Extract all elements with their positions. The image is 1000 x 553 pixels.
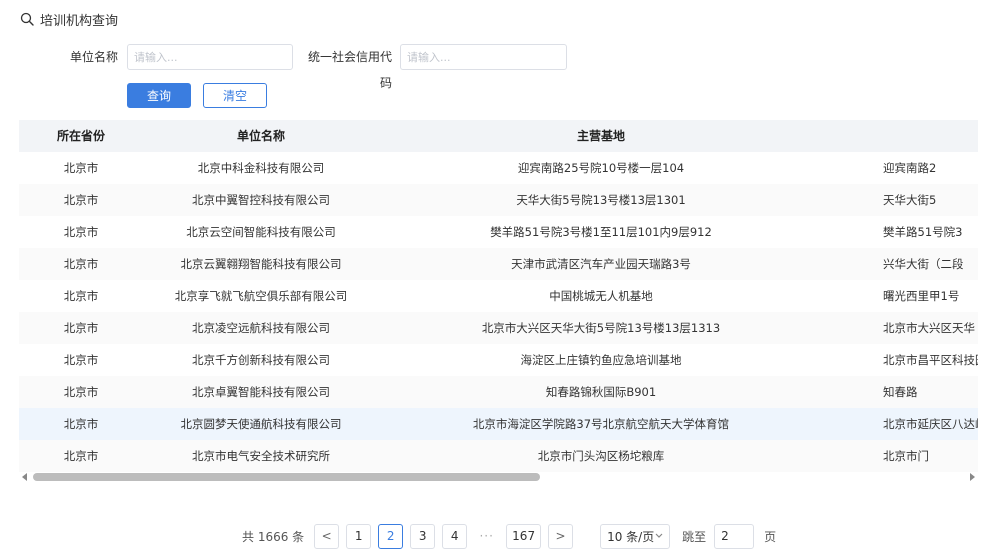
cell-extra: 北京市大兴区天华 xyxy=(883,321,975,335)
table-row[interactable]: 北京市 北京云空间智能科技有限公司 樊羊路51号院3号楼1至11层101内9层912… xyxy=(19,216,978,248)
unit-name-input[interactable] xyxy=(127,44,293,70)
cell-unit-name: 北京云空间智能科技有限公司 xyxy=(186,225,336,239)
cell-province: 北京市 xyxy=(63,353,99,367)
column-header-unit-name[interactable]: 单位名称 xyxy=(143,120,379,152)
next-page-button[interactable]: > xyxy=(548,523,574,549)
cell-unit-name: 北京卓翼智能科技有限公司 xyxy=(192,385,330,399)
table-row[interactable]: 北京市 北京中科金科技有限公司 迎宾南路25号院10号楼一层104 迎宾南路2 xyxy=(19,152,978,184)
cell-extra: 北京市昌平区科技园区超前路 xyxy=(883,353,978,367)
table-row[interactable]: 北京市 北京享飞就飞航空俱乐部有限公司 中国桃城无人机基地 曙光西里甲1号 xyxy=(19,280,978,312)
cell-extra: 樊羊路51号院3 xyxy=(883,225,963,239)
cell-unit-name: 北京市电气安全技术研究所 xyxy=(192,449,330,463)
search-icon xyxy=(20,12,34,26)
page-button-1[interactable]: 1 xyxy=(346,523,372,549)
scrollbar-thumb[interactable] xyxy=(33,473,540,481)
cell-main-base: 知春路锦秋国际B901 xyxy=(545,385,657,399)
table-header: 所在省份 单位名称 主营基地 备 xyxy=(19,120,978,152)
search-form: 单位名称 统一社会信用代码 xyxy=(0,44,1000,90)
cell-extra: 兴华大街（二段 xyxy=(883,257,964,271)
cell-main-base: 北京市海淀区学院路37号北京航空航天大学体育馆 xyxy=(472,417,730,431)
cell-province: 北京市 xyxy=(63,225,99,239)
page-button-4[interactable]: 4 xyxy=(442,523,468,549)
cell-main-base: 迎宾南路25号院10号楼一层104 xyxy=(517,161,685,175)
cell-extra: 北京市门 xyxy=(883,449,929,463)
cell-extra: 天华大街5 xyxy=(883,193,937,207)
cell-unit-name: 北京凌空远航科技有限公司 xyxy=(192,321,330,335)
cell-province: 北京市 xyxy=(63,193,99,207)
table-row[interactable]: 北京市 北京凌空远航科技有限公司 北京市大兴区天华大街5号院13号楼13层1313 北… xyxy=(19,312,978,344)
cell-extra: 迎宾南路2 xyxy=(883,161,937,175)
cell-unit-name: 北京圆梦天使通航科技有限公司 xyxy=(180,417,342,431)
table-row[interactable]: 北京市 北京卓翼智能科技有限公司 知春路锦秋国际B901 知春路 xyxy=(19,376,978,408)
total-count: 共 1666 条 xyxy=(242,529,305,544)
page-size-select[interactable]: 10 条/页 xyxy=(600,523,671,549)
column-header-province[interactable]: 所在省份 xyxy=(19,120,143,152)
scrollbar-track[interactable] xyxy=(33,473,964,481)
cell-main-base: 天华大街5号院13号楼13层1301 xyxy=(516,193,686,207)
jump-page-input[interactable] xyxy=(714,523,755,549)
table-row[interactable]: 北京市 北京圆梦天使通航科技有限公司 北京市海淀区学院路37号北京航空航天大学体育馆… xyxy=(19,408,978,440)
unit-name-label: 单位名称 xyxy=(69,50,118,64)
page-size-value: 10 条/页 xyxy=(607,529,655,544)
scroll-left-icon[interactable] xyxy=(22,473,27,481)
cell-extra: 北京市延庆区八达岭镇西庄 xyxy=(883,417,978,431)
cell-main-base: 樊羊路51号院3号楼1至11层101内9层912 xyxy=(490,225,712,239)
scroll-right-icon[interactable] xyxy=(970,473,975,481)
cell-unit-name: 北京中科金科技有限公司 xyxy=(197,161,325,175)
page-title: 培训机构查询 xyxy=(40,13,119,29)
credit-code-label: 统一社会信用代码 xyxy=(307,50,392,90)
jump-label: 跳至 xyxy=(682,529,707,544)
cell-unit-name: 北京中翼智控科技有限公司 xyxy=(192,193,330,207)
cell-main-base: 中国桃城无人机基地 xyxy=(549,289,653,303)
column-header-main-base[interactable]: 主营基地 xyxy=(379,120,823,152)
cell-province: 北京市 xyxy=(63,385,99,399)
table-row[interactable]: 北京市 北京云翼翱翔智能科技有限公司 天津市武清区汽车产业园天瑞路3号 兴华大街（二段 xyxy=(19,248,978,280)
table-row[interactable]: 北京市 北京千方创新科技有限公司 海淀区上庄镇钓鱼应急培训基地 北京市昌平区科技园区超… xyxy=(19,344,978,376)
cell-main-base: 北京市门头沟区杨坨粮库 xyxy=(537,449,665,463)
cell-province: 北京市 xyxy=(63,321,99,335)
table-body: 北京市 北京中科金科技有限公司 迎宾南路25号院10号楼一层104 迎宾南路2 北京市北… xyxy=(19,152,978,472)
cell-province: 北京市 xyxy=(63,449,99,463)
page-button-3[interactable]: 3 xyxy=(410,523,436,549)
cell-main-base: 北京市大兴区天华大街5号院13号楼13层1313 xyxy=(481,321,721,335)
cell-province: 北京市 xyxy=(63,289,99,303)
cell-main-base: 天津市武清区汽车产业园天瑞路3号 xyxy=(511,257,691,271)
column-header-extra[interactable]: 备 xyxy=(823,120,978,152)
page-button-last[interactable]: 167 xyxy=(506,523,542,549)
cell-unit-name: 北京享飞就飞航空俱乐部有限公司 xyxy=(174,289,348,303)
table-row[interactable]: 北京市 北京市电气安全技术研究所 北京市门头沟区杨坨粮库 北京市门 xyxy=(19,440,978,472)
cell-main-base: 海淀区上庄镇钓鱼应急培训基地 xyxy=(520,353,682,367)
table-row[interactable]: 北京市 北京中翼智控科技有限公司 天华大街5号院13号楼13层1301 天华大街5 xyxy=(19,184,978,216)
prev-page-button[interactable]: < xyxy=(314,523,340,549)
cell-unit-name: 北京千方创新科技有限公司 xyxy=(192,353,330,367)
page-unit-label: 页 xyxy=(764,529,777,544)
cell-province: 北京市 xyxy=(63,161,99,175)
more-pages-icon[interactable]: ··· xyxy=(474,529,499,543)
chevron-down-icon xyxy=(655,533,663,538)
cell-unit-name: 北京云翼翱翔智能科技有限公司 xyxy=(180,257,342,271)
cell-province: 北京市 xyxy=(63,417,99,431)
pagination: 共 1666 条 < 1 2 3 4 ··· 167 > 10 条/页 跳至 页 xyxy=(242,523,776,549)
page-header: 培训机构查询 xyxy=(20,10,119,29)
horizontal-scrollbar[interactable] xyxy=(19,472,978,482)
credit-code-input[interactable] xyxy=(400,44,567,70)
clear-button[interactable]: 清空 xyxy=(203,83,267,108)
search-button[interactable]: 查询 xyxy=(127,83,191,108)
cell-province: 北京市 xyxy=(63,257,99,271)
cell-extra: 曙光西里甲1号 xyxy=(883,289,960,303)
page-button-2[interactable]: 2 xyxy=(378,523,404,549)
results-table: 所在省份 单位名称 主营基地 备 北京市 北京中科金科技有限公司 迎宾南路25号院1… xyxy=(19,120,978,472)
cell-extra: 知春路 xyxy=(883,385,918,399)
